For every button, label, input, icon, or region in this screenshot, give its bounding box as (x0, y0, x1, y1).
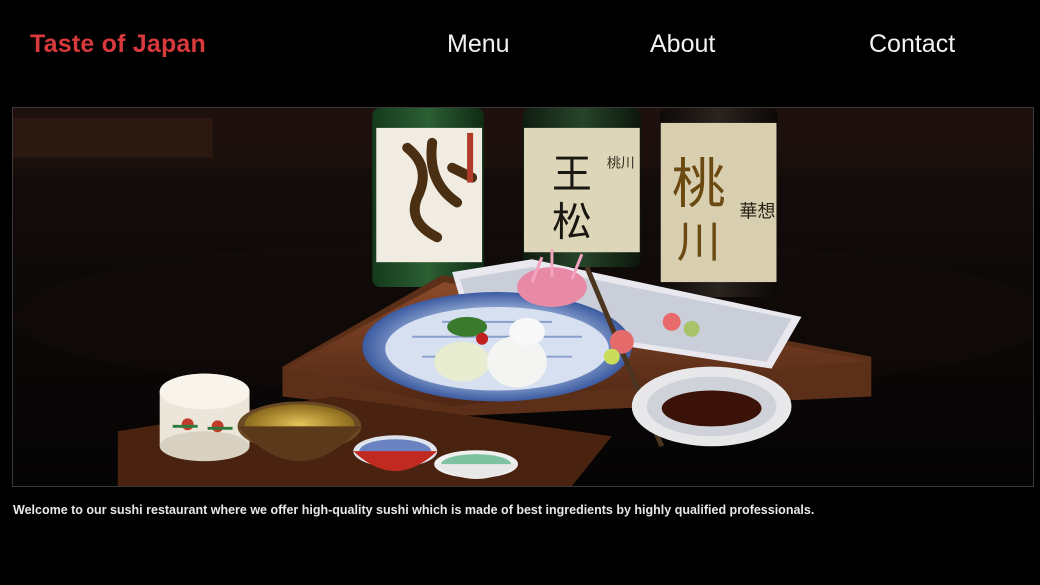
svg-text:華想: 華想 (740, 201, 776, 222)
site-header: Taste of Japan Menu About Contact (0, 0, 1040, 90)
nav-link-menu[interactable]: Menu (447, 30, 510, 59)
nav-link-about[interactable]: About (650, 30, 715, 59)
hero-image: 王 松 桃川 桃 川 華想 (12, 107, 1034, 487)
svg-text:松: 松 (552, 199, 592, 245)
svg-text:王: 王 (552, 152, 592, 198)
sake-sushi-photo: 王 松 桃川 桃 川 華想 (13, 108, 1033, 486)
svg-text:桃: 桃 (672, 153, 726, 216)
svg-text:桃川: 桃川 (607, 156, 635, 172)
brand-logo-link[interactable]: Taste of Japan (30, 30, 206, 59)
svg-text:川: 川 (677, 217, 721, 268)
intro-text: Welcome to our sushi restaurant where we… (13, 503, 815, 517)
nav-link-contact[interactable]: Contact (869, 30, 955, 59)
